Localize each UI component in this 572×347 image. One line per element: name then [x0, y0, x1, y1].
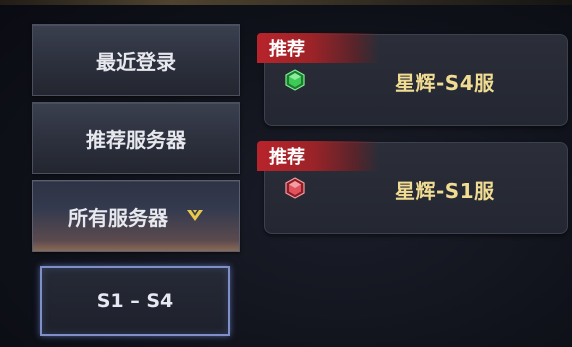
recommended-servers-button[interactable]: 推荐服务器	[32, 102, 240, 174]
server-name: 星辉-S1服	[395, 179, 495, 203]
recent-login-label: 最近登录	[96, 49, 176, 74]
top-divider	[0, 0, 572, 5]
recommended-tag: 推荐	[257, 33, 379, 63]
recommended-tag: 推荐	[257, 141, 379, 171]
server-select-panel: 最近登录 推荐服务器 所有服务器 S1 – S4 推荐 星辉-S4服 推荐 星辉…	[0, 0, 572, 347]
chevron-down-icon	[187, 210, 203, 221]
recent-login-button[interactable]: 最近登录	[32, 24, 240, 96]
server-range-s1-s4-button[interactable]: S1 – S4	[40, 266, 230, 336]
recommended-tag-label: 推荐	[269, 39, 305, 60]
server-status-green-gem-icon	[285, 69, 305, 91]
server-card[interactable]: 推荐 星辉-S1服	[257, 141, 568, 234]
server-name: 星辉-S4服	[395, 71, 495, 95]
all-servers-button[interactable]: 所有服务器	[32, 180, 240, 252]
recommended-tag-label: 推荐	[269, 147, 305, 168]
recommended-servers-label: 推荐服务器	[86, 127, 186, 152]
all-servers-label: 所有服务器	[68, 205, 168, 230]
server-range-label: S1 – S4	[96, 290, 174, 312]
server-status-red-gem-icon	[285, 177, 305, 199]
server-card[interactable]: 推荐 星辉-S4服	[257, 33, 568, 126]
